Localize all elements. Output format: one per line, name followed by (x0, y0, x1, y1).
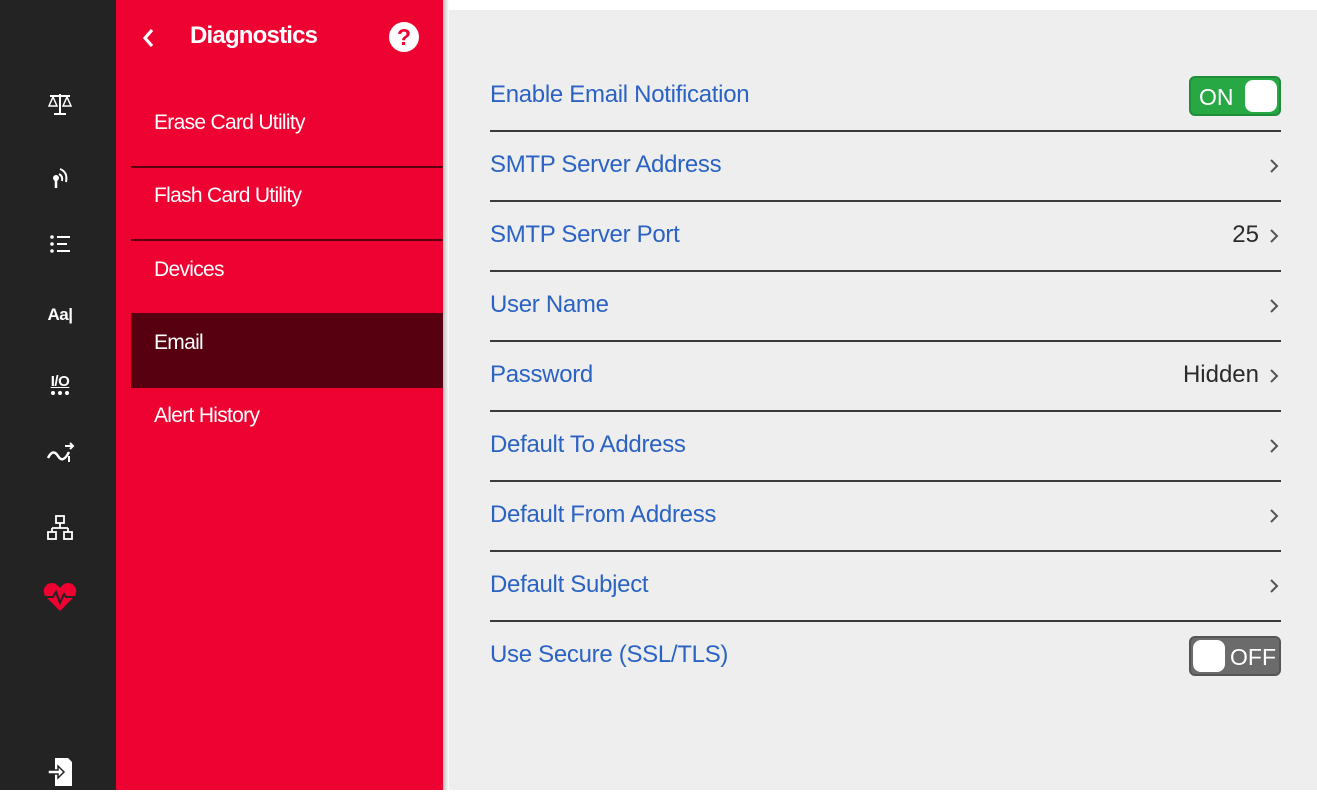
heart-pulse-icon[interactable] (40, 577, 80, 617)
chevron-right-icon (1270, 299, 1279, 313)
io-icon[interactable]: I/O (40, 364, 80, 404)
setting-row-enable-email-notification: Enable Email Notification ON (490, 62, 1281, 132)
setting-value: Hidden (1182, 361, 1259, 388)
menu-item-devices[interactable]: Devices (131, 240, 443, 315)
menu-item-label: Alert History (154, 404, 260, 427)
setting-row-password[interactable]: Password Hidden (490, 342, 1281, 412)
setting-label: Default Subject (490, 571, 649, 598)
menu-item-alert-history[interactable]: Alert History (131, 386, 443, 461)
diagnostics-menu: Diagnostics ? Erase Card Utility Flash C… (116, 0, 443, 790)
menu-item-label: Email (154, 331, 204, 354)
chevron-left-icon (142, 28, 154, 48)
io-icon-body: I/O (49, 373, 71, 396)
io-label: I/O (50, 372, 70, 390)
toggle-state-text: OFF (1230, 644, 1276, 670)
help-button[interactable]: ? (389, 22, 419, 52)
scale-icon[interactable] (40, 84, 80, 124)
setting-row-default-to-address[interactable]: Default To Address (490, 412, 1281, 482)
setting-label: Default To Address (490, 431, 686, 458)
chevron-right-icon (1270, 579, 1279, 593)
menu-item-flash-card-utility[interactable]: Flash Card Utility (131, 166, 443, 241)
setting-label: Default From Address (490, 501, 717, 528)
app-window: Aa| I/O Diagnostics ? Erase Card Utility… (0, 0, 1317, 790)
setting-row-smtp-server-port[interactable]: SMTP Server Port 25 (490, 202, 1281, 272)
signal-wave-icon[interactable] (40, 434, 80, 474)
setting-label: SMTP Server Address (490, 151, 722, 178)
toggle-state-text: ON (1199, 84, 1234, 110)
chevron-right-icon (1270, 439, 1279, 453)
chevron-right-icon (1270, 509, 1279, 523)
setting-label: User Name (490, 291, 609, 318)
setting-label: SMTP Server Port (490, 221, 680, 248)
io-dots-icon (51, 390, 69, 395)
list-icon[interactable] (40, 224, 80, 264)
menu-item-label: Devices (154, 258, 224, 281)
menu-item-email[interactable]: Email (131, 313, 443, 388)
back-button[interactable] (136, 22, 160, 54)
chevron-right-icon (1270, 159, 1279, 173)
setting-row-default-subject[interactable]: Default Subject (490, 552, 1281, 622)
wireless-signal-icon[interactable] (40, 157, 80, 197)
setting-row-default-from-address[interactable]: Default From Address (490, 482, 1281, 552)
icon-rail: Aa| I/O (0, 0, 116, 790)
enable-email-notification-toggle[interactable]: ON (1189, 76, 1281, 116)
chevron-right-icon (1270, 229, 1279, 243)
setting-value: 25 (1232, 221, 1259, 248)
network-tree-icon[interactable] (40, 508, 80, 548)
toggle-knob (1193, 640, 1225, 672)
text-format-label: Aa| (47, 305, 74, 324)
setting-label: Use Secure (SSL/TLS) (490, 641, 729, 668)
chevron-right-icon (1270, 369, 1279, 383)
file-export-icon[interactable] (40, 752, 80, 792)
text-format-icon[interactable]: Aa| (40, 295, 80, 335)
setting-row-smtp-server-address[interactable]: SMTP Server Address (490, 132, 1281, 202)
menu-item-label: Flash Card Utility (154, 184, 302, 207)
toggle-knob (1245, 80, 1277, 112)
setting-row-use-secure-ssl-tls: Use Secure (SSL/TLS) OFF (490, 622, 1281, 692)
setting-label: Enable Email Notification (490, 81, 750, 108)
setting-label: Password (490, 361, 593, 388)
email-settings-panel: Enable Email Notification ON SMTP Server… (449, 10, 1317, 790)
menu-item-label: Erase Card Utility (154, 111, 305, 134)
menu-title: Diagnostics (190, 22, 318, 49)
use-secure-toggle[interactable]: OFF (1189, 636, 1281, 676)
help-icon: ? (396, 24, 412, 50)
menu-header: Diagnostics ? (116, 0, 443, 80)
menu-item-erase-card-utility[interactable]: Erase Card Utility (131, 93, 443, 168)
setting-row-user-name[interactable]: User Name (490, 272, 1281, 342)
